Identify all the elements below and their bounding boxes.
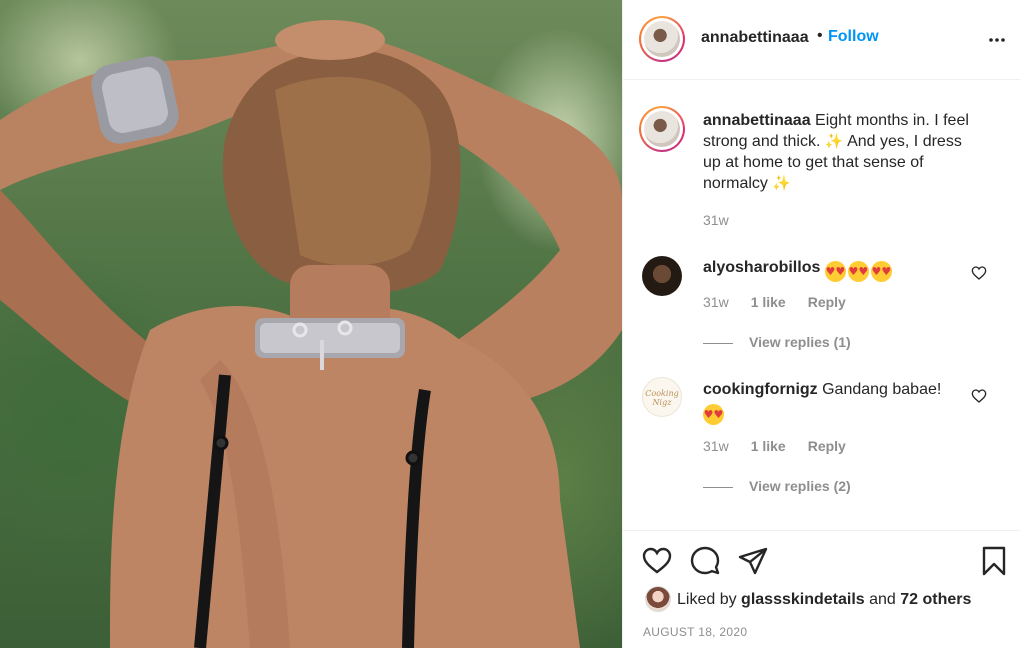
caption-time[interactable]: 31w — [703, 212, 729, 228]
post-photo[interactable] — [0, 0, 622, 648]
comment-username[interactable]: cookingfornigz — [703, 381, 818, 398]
comment-text: cookingfornigz Gandang babae! ♥♥ — [703, 379, 983, 425]
commenter-avatar[interactable] — [642, 256, 682, 296]
post-sidebar: annabettinaaa • Follow annabettinaaa Eig… — [622, 0, 1020, 648]
liker-avatar[interactable] — [645, 586, 671, 612]
post-header: annabettinaaa • Follow — [623, 0, 1020, 80]
heart-eyes-emoji-icon: ♥♥ — [703, 404, 724, 425]
more-horizontal-icon[interactable] — [985, 28, 1009, 52]
comment-icon[interactable] — [689, 545, 721, 577]
divider-line — [703, 342, 733, 344]
heart-icon[interactable] — [641, 545, 673, 577]
reply-button[interactable]: Reply — [808, 438, 846, 454]
author-avatar[interactable] — [639, 16, 685, 62]
comment-time[interactable]: 31w — [703, 294, 729, 310]
heart-eyes-emoji-icon: ♥♥ — [824, 261, 846, 282]
bookmark-icon[interactable] — [978, 545, 1010, 577]
comment-meta: 31w 1 like Reply — [703, 294, 846, 310]
follow-button[interactable]: Follow — [828, 28, 879, 46]
view-replies-button[interactable]: View replies (1) — [703, 334, 851, 350]
reply-button[interactable]: Reply — [808, 294, 846, 310]
heart-eyes-emoji-icon: ♥♥ — [847, 261, 869, 282]
separator-dot: • — [817, 27, 823, 44]
comment-likes[interactable]: 1 like — [751, 438, 786, 454]
author-username[interactable]: annabettinaaa — [701, 29, 809, 47]
caption-author-avatar[interactable] — [639, 106, 685, 152]
comment-like-heart-icon[interactable] — [971, 388, 987, 404]
others-link[interactable]: 72 others — [900, 591, 971, 608]
comment-meta: 31w 1 like Reply — [703, 438, 846, 454]
comment-text: alyosharobillos ♥♥ ♥♥ ♥♥ — [703, 257, 983, 282]
post-actions: Liked by glassskindetails and 72 others … — [623, 530, 1020, 648]
view-replies-button[interactable]: View replies (2) — [703, 478, 851, 494]
caption-username[interactable]: annabettinaaa — [703, 112, 811, 129]
avatar-logo-text: Cooking Nigz — [645, 389, 679, 407]
share-icon[interactable] — [737, 545, 769, 577]
sparkles-icon: ✨ — [772, 174, 792, 192]
comment-likes[interactable]: 1 like — [751, 294, 786, 310]
sparkles-icon: ✨ — [824, 132, 844, 150]
post-date[interactable]: AUGUST 18, 2020 — [643, 625, 747, 639]
comment-username[interactable]: alyosharobillos — [703, 259, 820, 276]
comment-time[interactable]: 31w — [703, 438, 729, 454]
woman-back-illustration — [0, 20, 622, 648]
caption-text: annabettinaaa Eight months in. I feel st… — [703, 110, 983, 194]
comment-like-heart-icon[interactable] — [971, 265, 987, 281]
liked-by-text: Liked by glassskindetails and 72 others — [677, 591, 972, 608]
heart-eyes-emoji-icon: ♥♥ — [870, 261, 892, 282]
liker-username[interactable]: glassskindetails — [741, 591, 865, 608]
divider-line — [703, 486, 733, 488]
commenter-avatar[interactable]: Cooking Nigz — [642, 377, 682, 417]
